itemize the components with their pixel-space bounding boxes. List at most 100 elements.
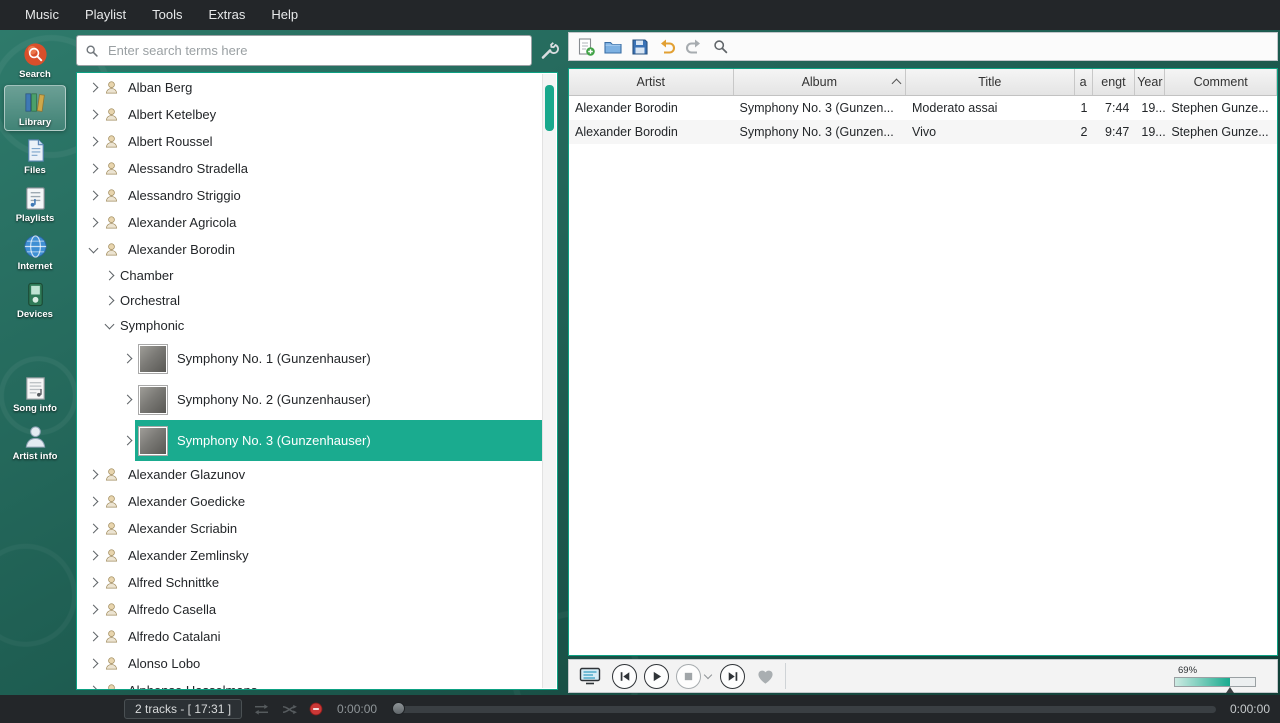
track-row[interactable]: Alexander BorodinSymphony No. 3 (Gunzen.…: [569, 120, 1277, 144]
tree-item-artist[interactable]: Alonso Lobo: [77, 650, 543, 677]
expander-chevron-icon[interactable]: [88, 605, 98, 615]
expander-chevron-icon[interactable]: [104, 296, 114, 306]
volume-bar[interactable]: [1174, 677, 1256, 687]
tree-item-album[interactable]: Symphony No. 3 (Gunzenhauser): [77, 420, 543, 461]
expander-chevron-icon[interactable]: [88, 659, 98, 669]
column-header-track[interactable]: a: [1075, 69, 1093, 95]
tree-item-artist[interactable]: Alphonse Hasselmans: [77, 677, 543, 689]
expander-chevron-icon[interactable]: [88, 83, 98, 93]
next-button[interactable]: [720, 664, 745, 689]
sidebar-item-playlists[interactable]: Playlists: [4, 181, 66, 227]
expander-chevron-icon[interactable]: [88, 470, 98, 480]
tree-item-artist[interactable]: Alessandro Stradella: [77, 155, 543, 182]
column-header-artist[interactable]: Artist: [569, 69, 734, 95]
tree-item-artist[interactable]: Alfredo Catalani: [77, 623, 543, 650]
expander-chevron-icon[interactable]: [88, 164, 98, 174]
previous-icon: [619, 671, 631, 682]
tree-item-artist[interactable]: Alessandro Striggio: [77, 182, 543, 209]
sidebar-label: Playlists: [16, 213, 55, 224]
tree-item-category[interactable]: Symphonic: [77, 313, 543, 338]
sidebar-item-devices[interactable]: Devices: [4, 277, 66, 323]
tree-item-artist[interactable]: Alban Berg: [77, 74, 543, 101]
expander-chevron-icon[interactable]: [122, 436, 132, 446]
expander-chevron-icon[interactable]: [88, 578, 98, 588]
artist-icon: [104, 656, 119, 671]
tree-item-category[interactable]: Orchestral: [77, 288, 543, 313]
tree-item-artist[interactable]: Albert Ketelbey: [77, 101, 543, 128]
seek-handle[interactable]: [392, 702, 405, 715]
undo-icon[interactable]: [655, 35, 678, 58]
seek-slider[interactable]: [393, 706, 1216, 713]
tree-item-artist[interactable]: Alfred Schnittke: [77, 569, 543, 596]
volume-marker[interactable]: [1226, 687, 1234, 693]
tree-item-artist[interactable]: Albert Roussel: [77, 128, 543, 155]
stop-button[interactable]: [676, 664, 701, 689]
search-options-wrench-icon[interactable]: [539, 41, 559, 61]
scrobble-toggle-icon[interactable]: [309, 702, 323, 716]
repeat-icon[interactable]: [253, 703, 270, 716]
column-header-year[interactable]: Year: [1135, 69, 1165, 95]
osd-display-icon[interactable]: [578, 666, 602, 686]
expander-chevron-icon[interactable]: [122, 354, 132, 364]
menu-music[interactable]: Music: [12, 0, 72, 30]
sidebar-item-song-info[interactable]: Song info: [4, 371, 66, 417]
expander-chevron-icon[interactable]: [88, 191, 98, 201]
expander-chevron-icon[interactable]: [104, 319, 114, 329]
tree-item-artist[interactable]: Alexander Glazunov: [77, 461, 543, 488]
artist-icon: [104, 521, 119, 536]
previous-button[interactable]: [612, 664, 637, 689]
open-playlist-icon[interactable]: [601, 35, 624, 58]
expander-chevron-icon[interactable]: [88, 137, 98, 147]
sidebar-item-search[interactable]: Search: [4, 37, 66, 83]
track-row[interactable]: Alexander BorodinSymphony No. 3 (Gunzen.…: [569, 96, 1277, 120]
tree-item-artist[interactable]: Alexander Agricola: [77, 209, 543, 236]
shuffle-icon[interactable]: [281, 703, 298, 716]
tree-scrollbar-thumb[interactable]: [545, 85, 554, 131]
tree-item-label: Albert Roussel: [128, 134, 213, 149]
expander-chevron-icon[interactable]: [88, 497, 98, 507]
expander-chevron-icon[interactable]: [88, 686, 98, 689]
love-icon[interactable]: [756, 668, 775, 685]
status-bar: 2 tracks - [ 17:31 ] 0:00:00 0:00:00: [0, 695, 1280, 723]
menu-playlist[interactable]: Playlist: [72, 0, 139, 30]
sidebar-item-artist-info[interactable]: Artist info: [4, 419, 66, 465]
expander-chevron-icon[interactable]: [88, 524, 98, 534]
expander-chevron-icon[interactable]: [104, 271, 114, 281]
volume-slider[interactable]: 69%: [1174, 666, 1260, 687]
redo-icon[interactable]: [682, 35, 705, 58]
tree-item-album[interactable]: Symphony No. 2 (Gunzenhauser): [77, 379, 543, 420]
expander-chevron-icon[interactable]: [122, 395, 132, 405]
tree-item-artist[interactable]: Alexander Goedicke: [77, 488, 543, 515]
tree-scrollbar[interactable]: [542, 74, 556, 688]
sidebar-item-files[interactable]: Files: [4, 133, 66, 179]
tree-item-label: Alexander Scriabin: [128, 521, 237, 536]
column-header-title[interactable]: Title: [906, 69, 1075, 95]
menu-tools[interactable]: Tools: [139, 0, 195, 30]
stop-menu-chevron-icon[interactable]: [704, 671, 712, 679]
tree-item-artist[interactable]: Alexander Borodin: [77, 236, 543, 263]
menu-help[interactable]: Help: [258, 0, 311, 30]
expander-chevron-icon[interactable]: [88, 218, 98, 228]
sidebar-item-internet[interactable]: Internet: [4, 229, 66, 275]
tree-item-artist[interactable]: Alexander Zemlinsky: [77, 542, 543, 569]
new-playlist-icon[interactable]: [574, 35, 597, 58]
menu-extras[interactable]: Extras: [196, 0, 259, 30]
album-art-thumbnail: [138, 426, 168, 456]
expander-chevron-icon[interactable]: [88, 110, 98, 120]
column-header-comment[interactable]: Comment: [1165, 69, 1277, 95]
save-playlist-icon[interactable]: [628, 35, 651, 58]
expander-chevron-icon[interactable]: [88, 632, 98, 642]
expander-chevron-icon[interactable]: [88, 551, 98, 561]
column-header-length[interactable]: engt: [1093, 69, 1136, 95]
tree-item-album[interactable]: Symphony No. 1 (Gunzenhauser): [77, 338, 543, 379]
play-button[interactable]: [644, 664, 669, 689]
sidebar: Search Library Files Playlists Internet: [0, 30, 70, 695]
sidebar-item-library[interactable]: Library: [4, 85, 66, 131]
playlist-search-icon[interactable]: [709, 35, 732, 58]
tree-item-category[interactable]: Chamber: [77, 263, 543, 288]
column-header-album[interactable]: Album: [734, 69, 907, 95]
expander-chevron-icon[interactable]: [88, 243, 98, 253]
search-input[interactable]: [106, 42, 523, 59]
tree-item-artist[interactable]: Alfredo Casella: [77, 596, 543, 623]
tree-item-artist[interactable]: Alexander Scriabin: [77, 515, 543, 542]
